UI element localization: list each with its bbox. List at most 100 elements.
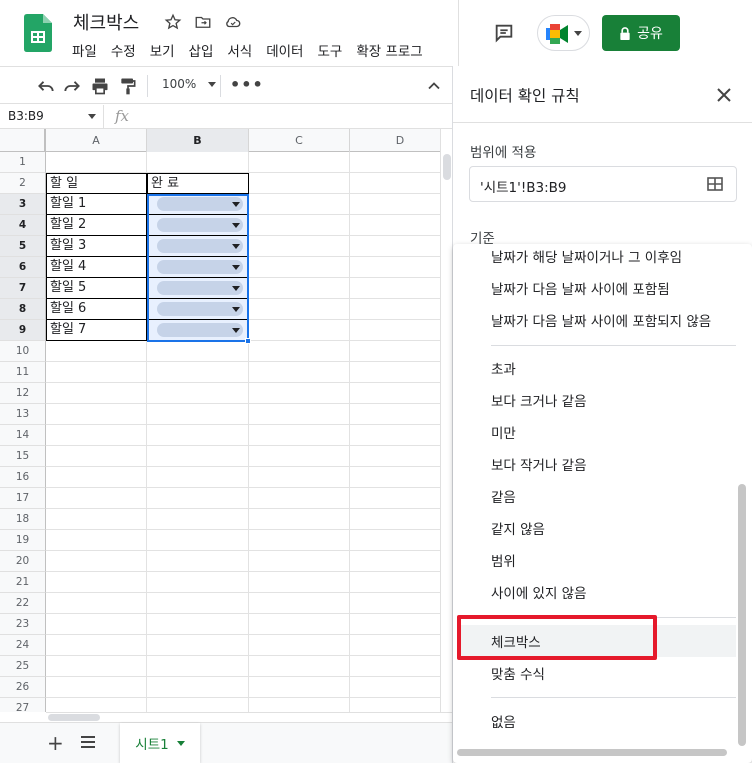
cell-c12[interactable]: [249, 383, 350, 404]
option-less-than[interactable]: 미만: [491, 422, 516, 442]
cell-d12[interactable]: [350, 383, 440, 404]
zoom-select[interactable]: 100%: [162, 77, 217, 91]
cell-b24[interactable]: [147, 635, 249, 656]
cell-b9[interactable]: [147, 320, 249, 341]
cell-a2[interactable]: 할 일: [46, 173, 147, 194]
cell-c7[interactable]: [249, 278, 350, 299]
option-equal[interactable]: 같음: [491, 486, 516, 506]
cloud-saved-icon[interactable]: [223, 12, 243, 32]
option-between[interactable]: 범위: [491, 550, 516, 570]
row-header[interactable]: 13: [0, 404, 46, 425]
cell-c15[interactable]: [249, 446, 350, 467]
cell-a26[interactable]: [46, 677, 147, 698]
cell-b18[interactable]: [147, 509, 249, 530]
cell-b27[interactable]: [147, 698, 249, 712]
cell-d25[interactable]: [350, 656, 440, 677]
menu-insert[interactable]: 삽입: [189, 40, 214, 60]
cell-d26[interactable]: [350, 677, 440, 698]
cell-c5[interactable]: [249, 236, 350, 257]
cell-c14[interactable]: [249, 425, 350, 446]
row-header[interactable]: 27: [0, 698, 46, 712]
menu-tools[interactable]: 도구: [317, 40, 342, 60]
cell-a7[interactable]: 할일 5: [46, 278, 147, 299]
sheet-tab-active[interactable]: 시트1: [120, 723, 200, 763]
row-header[interactable]: 26: [0, 677, 46, 698]
cell-b13[interactable]: [147, 404, 249, 425]
cell-c10[interactable]: [249, 341, 350, 362]
dropdown-chip[interactable]: [157, 323, 243, 337]
row-header[interactable]: 20: [0, 551, 46, 572]
chevron-up-icon[interactable]: [424, 76, 444, 96]
sheets-logo-icon[interactable]: [24, 14, 52, 52]
row-header[interactable]: 16: [0, 467, 46, 488]
range-input[interactable]: '시트1'!B3:B9: [469, 166, 737, 202]
row-header[interactable]: 2: [0, 173, 46, 194]
row-header[interactable]: 15: [0, 446, 46, 467]
cell-a16[interactable]: [46, 467, 147, 488]
cell-a25[interactable]: [46, 656, 147, 677]
scrollbar-thumb[interactable]: [48, 714, 100, 721]
cell-b20[interactable]: [147, 551, 249, 572]
cell-a13[interactable]: [46, 404, 147, 425]
cell-a14[interactable]: [46, 425, 147, 446]
option-less-or-equal[interactable]: 보다 작거나 같음: [491, 454, 587, 474]
cell-d18[interactable]: [350, 509, 440, 530]
cell-c23[interactable]: [249, 614, 350, 635]
cell-c21[interactable]: [249, 572, 350, 593]
row-header[interactable]: 25: [0, 656, 46, 677]
cell-b25[interactable]: [147, 656, 249, 677]
move-folder-icon[interactable]: [193, 12, 213, 32]
cell-d20[interactable]: [350, 551, 440, 572]
comment-history-icon[interactable]: [493, 22, 515, 44]
option-not-equal[interactable]: 같지 않음: [491, 518, 545, 538]
cell-c13[interactable]: [249, 404, 350, 425]
row-header[interactable]: 4: [0, 215, 46, 236]
cell-b12[interactable]: [147, 383, 249, 404]
cell-b6[interactable]: [147, 257, 249, 278]
cell-b22[interactable]: [147, 593, 249, 614]
cell-a24[interactable]: [46, 635, 147, 656]
add-sheet-icon[interactable]: +: [47, 731, 64, 755]
cell-c18[interactable]: [249, 509, 350, 530]
cell-a27[interactable]: [46, 698, 147, 712]
cell-d23[interactable]: [350, 614, 440, 635]
cell-a5[interactable]: 할일 3: [46, 236, 147, 257]
cell-a15[interactable]: [46, 446, 147, 467]
row-header[interactable]: 9: [0, 320, 46, 341]
cell-d6[interactable]: [350, 257, 440, 278]
select-all-corner[interactable]: [0, 129, 46, 152]
cell-a20[interactable]: [46, 551, 147, 572]
menu-file[interactable]: 파일: [72, 40, 97, 60]
undo-icon[interactable]: [36, 76, 56, 96]
cell-a1[interactable]: [46, 152, 147, 173]
cell-c27[interactable]: [249, 698, 350, 712]
redo-icon[interactable]: [62, 76, 82, 96]
dropdown-chip[interactable]: [157, 239, 243, 253]
dropdown-chip[interactable]: [157, 260, 243, 274]
cell-d2[interactable]: [350, 173, 440, 194]
cell-b4[interactable]: [147, 215, 249, 236]
row-header[interactable]: 18: [0, 509, 46, 530]
row-header[interactable]: 7: [0, 278, 46, 299]
option-date-not-between[interactable]: 날짜가 다음 날짜 사이에 포함되지 않음: [491, 310, 711, 330]
row-header[interactable]: 24: [0, 635, 46, 656]
cell-d3[interactable]: [350, 194, 440, 215]
cell-b2[interactable]: 완 료: [147, 173, 249, 194]
row-header[interactable]: 6: [0, 257, 46, 278]
cell-b23[interactable]: [147, 614, 249, 635]
menu-extensions[interactable]: 확장 프로그: [356, 40, 422, 60]
spreadsheet-grid[interactable]: A B C D 12할 일완 료 3 할일 1 4 할일 2 5 할일 3 6 할일 4 7 할일 …: [0, 129, 440, 712]
menu-vertical-scrollbar[interactable]: [738, 484, 746, 746]
document-title[interactable]: 체크박스: [73, 9, 139, 35]
cell-c3[interactable]: [249, 194, 350, 215]
row-header[interactable]: 8: [0, 299, 46, 320]
cell-b1[interactable]: [147, 152, 249, 173]
name-box[interactable]: B3:B9: [0, 105, 104, 129]
menu-format[interactable]: 서식: [227, 40, 252, 60]
cell-b11[interactable]: [147, 362, 249, 383]
cell-c20[interactable]: [249, 551, 350, 572]
cell-c16[interactable]: [249, 467, 350, 488]
meet-button[interactable]: [537, 15, 590, 51]
menu-horizontal-scrollbar[interactable]: [457, 749, 727, 756]
column-header-d[interactable]: D: [350, 129, 440, 152]
